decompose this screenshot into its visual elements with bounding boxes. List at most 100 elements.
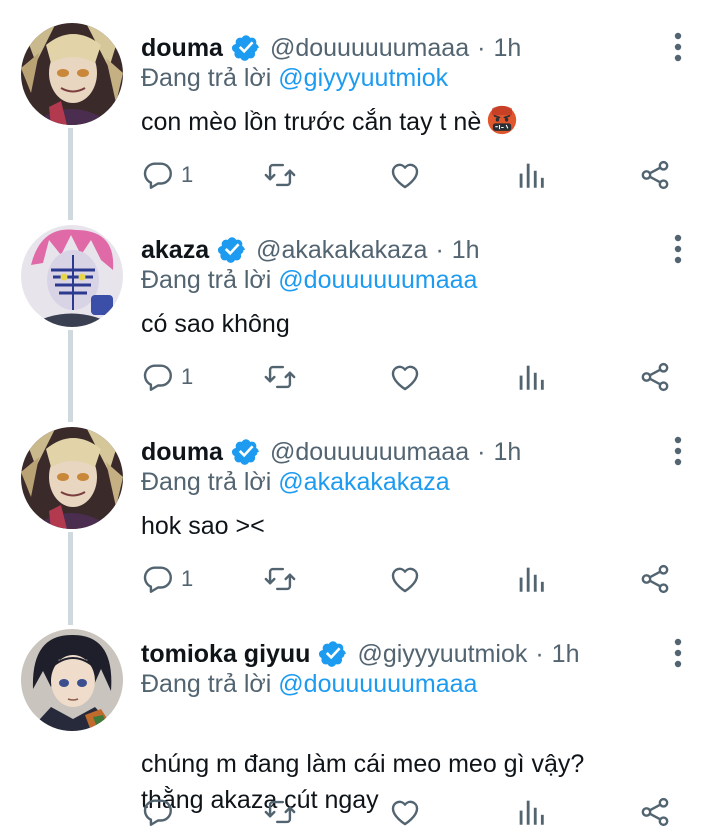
share-button[interactable]: [638, 559, 672, 599]
share-button[interactable]: [638, 155, 672, 195]
tweet[interactable]: douma @douuuuuumaaa · 1h Đang trả lời @g…: [0, 4, 720, 206]
reply-count: 1: [181, 566, 194, 591]
reply-mention-link[interactable]: @douuuuuumaaa: [278, 266, 477, 294]
akaza-avatar: [21, 225, 123, 327]
user-handle[interactable]: @douuuuuumaaa: [270, 438, 469, 467]
verified-badge-icon: [217, 235, 247, 265]
tweet-header: akaza @akakakakaza · 1h: [141, 232, 480, 268]
douma-avatar: [21, 23, 123, 125]
heart-icon: [388, 795, 422, 829]
avatar[interactable]: [21, 225, 123, 327]
reply-count: 1: [181, 364, 194, 389]
display-name[interactable]: douma: [141, 34, 223, 63]
reply-bubble-icon: [141, 562, 175, 596]
tweet-text-body: hok sao ><: [141, 512, 265, 540]
heart-icon: [388, 562, 422, 596]
replying-to: Đang trả lời @giyyyuutmiok: [141, 64, 448, 93]
tweet-actions: 1: [141, 559, 681, 599]
reply-mention-link[interactable]: @douuuuuumaaa: [278, 670, 477, 698]
like-button[interactable]: [388, 792, 422, 832]
share-icon: [638, 158, 672, 192]
tweet[interactable]: tomioka giyuu @giyyyuutmiok · 1h Đang tr…: [0, 610, 720, 839]
display-name[interactable]: akaza: [141, 236, 209, 265]
tweet-header: tomioka giyuu @giyyyuutmiok · 1h: [141, 636, 579, 672]
display-name[interactable]: douma: [141, 438, 223, 467]
share-icon: [638, 562, 672, 596]
replying-prefix: Đang trả lời: [141, 64, 272, 92]
heart-icon: [388, 158, 422, 192]
like-button[interactable]: [388, 559, 422, 599]
replying-to: Đang trả lời @douuuuuumaaa: [141, 266, 477, 295]
retweet-button[interactable]: [263, 155, 297, 195]
avatar[interactable]: [21, 23, 123, 125]
tweet-timestamp[interactable]: 1h: [452, 236, 480, 265]
douma-avatar: [21, 427, 123, 529]
more-vertical-icon[interactable]: [668, 434, 688, 468]
reply-button[interactable]: 1: [141, 559, 193, 599]
views-bar-chart-icon: [514, 360, 548, 394]
reply-button[interactable]: 1: [141, 357, 193, 397]
share-button[interactable]: [638, 792, 672, 832]
tweet-text-body: có sao không: [141, 310, 290, 338]
views-button[interactable]: [514, 357, 548, 397]
reply-thread: douma @douuuuuumaaa · 1h Đang trả lời @g…: [0, 0, 720, 839]
like-button[interactable]: [388, 357, 422, 397]
tweet-timestamp[interactable]: 1h: [552, 640, 580, 669]
user-handle[interactable]: @akakakakaza: [256, 236, 427, 265]
giyuu-avatar: [21, 629, 123, 731]
views-button[interactable]: [514, 155, 548, 195]
retweet-icon: [263, 795, 297, 829]
heart-icon: [388, 360, 422, 394]
reply-button[interactable]: 1: [141, 155, 193, 195]
separator-dot: ·: [477, 437, 486, 466]
face-with-symbols-on-mouth-icon: [488, 105, 517, 135]
reply-bubble-icon: [141, 158, 175, 192]
tweet-text-body: con mèo lồn trước cắn tay t nè: [141, 108, 482, 136]
tweet-header: douma @douuuuuumaaa · 1h: [141, 434, 521, 470]
like-button[interactable]: [388, 155, 422, 195]
reply-button[interactable]: [141, 792, 181, 832]
tweet-text: con mèo lồn trước cắn tay t nè: [141, 104, 701, 140]
user-handle[interactable]: @giyyyuutmiok: [357, 640, 527, 669]
tweet-timestamp[interactable]: 1h: [493, 34, 521, 63]
tweet[interactable]: douma @douuuuuumaaa · 1h Đang trả lời @a…: [0, 408, 720, 610]
tweet-text: hok sao ><: [141, 508, 701, 544]
tweet-actions: 1: [141, 155, 681, 195]
more-vertical-icon[interactable]: [668, 30, 688, 64]
replying-to: Đang trả lời @akakakakaza: [141, 468, 450, 497]
tweet[interactable]: akaza @akakakakaza · 1h Đang trả lời @do…: [0, 206, 720, 408]
views-button[interactable]: [514, 792, 548, 832]
reply-mention-link[interactable]: @akakakakaza: [278, 468, 449, 496]
retweet-icon: [263, 158, 297, 192]
share-button[interactable]: [638, 357, 672, 397]
replying-prefix: Đang trả lời: [141, 670, 272, 698]
retweet-button[interactable]: [263, 559, 297, 599]
retweet-button[interactable]: [263, 357, 297, 397]
reply-mention-link[interactable]: @giyyyuutmiok: [278, 64, 448, 92]
verified-badge-icon: [318, 639, 348, 669]
tweet-text: có sao không: [141, 306, 701, 342]
views-bar-chart-icon: [514, 795, 548, 829]
reply-bubble-icon: [141, 360, 175, 394]
display-name[interactable]: tomioka giyuu: [141, 640, 310, 669]
separator-dot: ·: [535, 639, 544, 668]
views-button[interactable]: [514, 559, 548, 599]
retweet-icon: [263, 562, 297, 596]
avatar[interactable]: [21, 427, 123, 529]
user-handle[interactable]: @douuuuuumaaa: [270, 34, 469, 63]
tweet-timestamp[interactable]: 1h: [493, 438, 521, 467]
more-vertical-icon[interactable]: [668, 232, 688, 266]
tweet-header: douma @douuuuuumaaa · 1h: [141, 30, 521, 66]
tweet-actions: [141, 792, 681, 832]
more-vertical-icon[interactable]: [668, 636, 688, 670]
separator-dot: ·: [435, 235, 444, 264]
verified-badge-icon: [231, 437, 261, 467]
tweet-actions: 1: [141, 357, 681, 397]
retweet-button[interactable]: [263, 792, 297, 832]
share-icon: [638, 360, 672, 394]
retweet-icon: [263, 360, 297, 394]
avatar[interactable]: [21, 629, 123, 731]
views-bar-chart-icon: [514, 562, 548, 596]
reply-bubble-icon: [141, 795, 175, 829]
replying-to: Đang trả lời @douuuuuumaaa: [141, 670, 477, 699]
